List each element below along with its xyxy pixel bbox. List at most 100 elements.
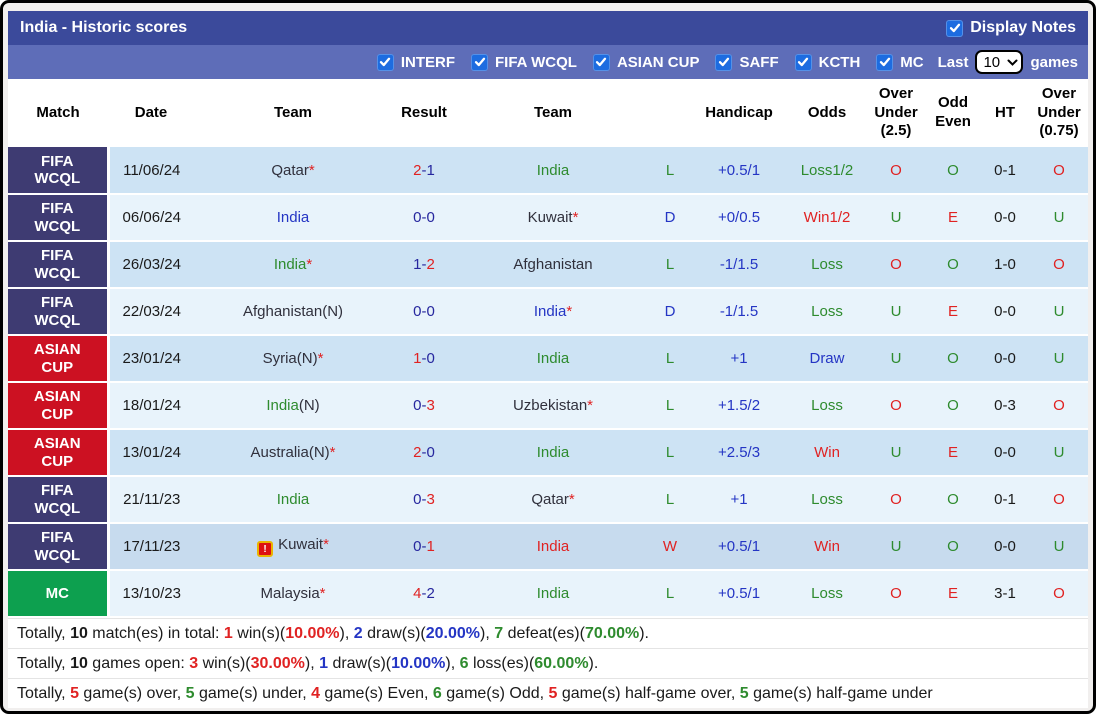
over-under-25-cell: U xyxy=(866,288,926,336)
over-under-075-value: O xyxy=(1053,161,1065,179)
score-away: 3 xyxy=(426,491,435,508)
team-cell-home: India* xyxy=(194,241,392,289)
summary-segment: 20.00% xyxy=(425,625,481,642)
filter-bar: INTERF FIFA WCQL ASIAN CUP SAFF KCTH MC Last … xyxy=(8,45,1088,79)
result-letter: L xyxy=(665,397,675,414)
home-star: * xyxy=(566,303,573,320)
result-letter-cell: D xyxy=(650,288,690,336)
date-cell: 13/01/24 xyxy=(108,429,194,477)
result-letter: D xyxy=(664,303,676,320)
team-suffix: (N) xyxy=(308,444,330,461)
summary-segment: 5 xyxy=(185,685,195,702)
odd-even-value: E xyxy=(947,209,958,226)
score-away: 3 xyxy=(426,397,435,414)
display-notes-toggle[interactable]: Display Notes xyxy=(946,19,1076,37)
home-star: * xyxy=(319,585,326,602)
odd-even-cell: O xyxy=(926,147,980,195)
team-cell-away: India xyxy=(456,147,650,195)
summary-segment: games open: xyxy=(87,655,190,672)
home-star: * xyxy=(323,535,329,553)
filter-checkbox[interactable] xyxy=(376,53,394,71)
odd-even-value: O xyxy=(947,350,959,367)
competition-badge: ASIAN CUP xyxy=(8,429,110,477)
result-cell: 0-3 xyxy=(392,476,456,524)
competition-word: FIFA xyxy=(41,294,74,312)
handicap-cell: +1.5/2 xyxy=(690,382,788,430)
score-away: 0 xyxy=(426,350,435,367)
last-games-select[interactable]: 10 xyxy=(975,50,1024,74)
last-label: Last xyxy=(937,53,969,71)
over-under-25-value: O xyxy=(890,397,902,414)
filter-item: FIFA WCQL xyxy=(471,53,577,71)
summary-segment: Totally, xyxy=(17,685,71,702)
competition-word: CUP xyxy=(41,358,74,376)
score-home: 0 xyxy=(413,397,422,414)
date-cell: 18/01/24 xyxy=(108,382,194,430)
ht-cell: 3-1 xyxy=(980,570,1030,618)
odds-cell: Win xyxy=(788,429,866,477)
result-letter-cell: L xyxy=(650,241,690,289)
ht-cell: 0-3 xyxy=(980,382,1030,430)
odd-even-value: E xyxy=(947,303,958,320)
ht-cell: 1-0 xyxy=(980,241,1030,289)
team-name: Uzbekistan xyxy=(512,397,588,414)
team-name: Kuwait xyxy=(278,535,324,553)
filter-checkbox[interactable] xyxy=(794,53,812,71)
team-cell-away: Uzbekistan* xyxy=(456,382,650,430)
result-letter-cell: L xyxy=(650,429,690,477)
competition-badge: ASIAN CUP xyxy=(8,335,110,383)
team-name: India xyxy=(536,538,570,555)
summary-segment: 70.00% xyxy=(584,625,640,642)
score-home: 2 xyxy=(413,161,422,179)
display-notes-label: Display Notes xyxy=(970,19,1076,36)
odd-even-value: O xyxy=(947,256,959,273)
competition-word: FIFA xyxy=(41,247,74,265)
team-cell-away: India* xyxy=(456,288,650,336)
filter-item: ASIAN CUP xyxy=(592,53,699,71)
summary-segment: game(s) over, xyxy=(78,685,186,702)
team-cell-away: India xyxy=(456,570,650,618)
team-name: Qatar xyxy=(271,161,309,179)
over-under-25-value: O xyxy=(890,491,902,508)
team-cell-home: Qatar* xyxy=(194,147,392,195)
ht-cell: 0-0 xyxy=(980,288,1030,336)
table-row: FIFA WCQL 22/03/24 Afghanistan(N) 0-0 India* D… xyxy=(8,288,1088,336)
competition-word: WCQL xyxy=(34,499,81,517)
score-home: 0 xyxy=(413,538,422,555)
odd-even-value: E xyxy=(947,444,958,461)
filter-checkbox[interactable] xyxy=(471,53,488,71)
historic-scores-table: Match Date Team Result Team Handicap Odds Over … xyxy=(8,79,1088,618)
result-cell: 2-1 xyxy=(392,147,456,195)
handicap-value: -1/1.5 xyxy=(719,303,759,320)
filter-label: FIFA WCQL xyxy=(495,53,577,71)
filter-checkbox[interactable] xyxy=(715,53,733,71)
filter-label: MC xyxy=(900,53,924,71)
odds-value: Loss xyxy=(811,397,843,414)
over-under-075-cell: U xyxy=(1030,523,1088,571)
summary-segment: 5 xyxy=(70,685,79,702)
competition-word: CUP xyxy=(41,452,74,470)
date-cell: 11/06/24 xyxy=(108,147,194,195)
over-under-075-value: U xyxy=(1053,303,1065,320)
over-under-25-value: O xyxy=(890,585,902,602)
score-away: 1 xyxy=(426,538,435,555)
odd-even-value: O xyxy=(947,491,959,508)
column-header: Team xyxy=(456,79,650,147)
display-notes-checkbox[interactable] xyxy=(946,19,964,37)
filter-checkbox[interactable] xyxy=(876,53,894,71)
summary-segment: 6 xyxy=(432,685,442,702)
team-cell-away: India xyxy=(456,429,650,477)
filter-label: INTERF xyxy=(400,53,455,71)
column-header xyxy=(650,79,690,147)
odd-even-cell: E xyxy=(926,429,980,477)
table-row: FIFA WCQL 11/06/24 Qatar* 2-1 India L +0.5/1 Los… xyxy=(8,147,1088,195)
filter-checkbox[interactable] xyxy=(592,53,610,71)
team-cell-away: Kuwait* xyxy=(456,194,650,242)
summary-segment: Totally, xyxy=(17,625,71,642)
competition-badge: FIFA WCQL xyxy=(8,288,110,336)
summary-segment: ), xyxy=(339,625,354,642)
competition-badge: FIFA WCQL xyxy=(8,476,110,524)
result-letter: L xyxy=(665,444,675,461)
team-cell-home: India xyxy=(194,476,392,524)
handicap-cell: +1 xyxy=(690,335,788,383)
